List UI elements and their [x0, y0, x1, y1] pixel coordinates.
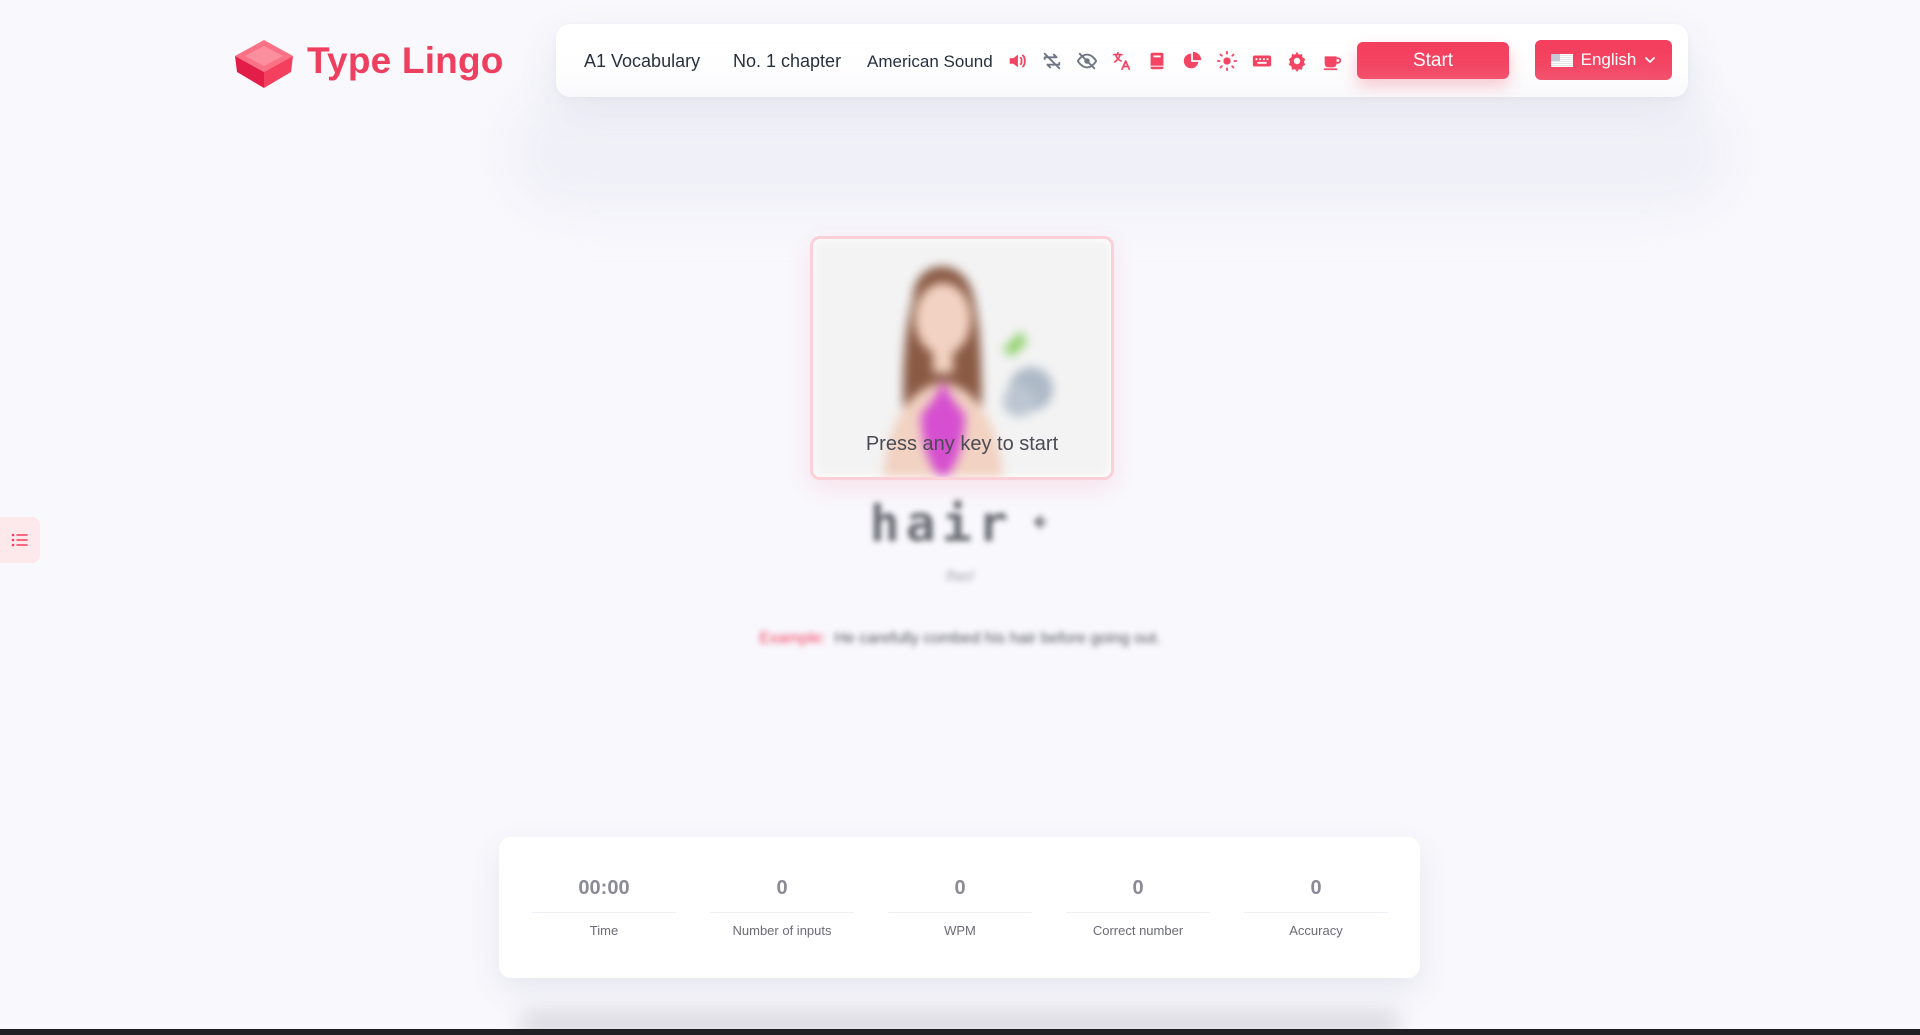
translate-icon[interactable]: [1111, 50, 1133, 72]
stat-correct-label: Correct number: [1092, 923, 1184, 938]
dictionary-selector[interactable]: A1 Vocabulary: [584, 51, 700, 72]
stat-inputs: 0 Number of inputs: [710, 837, 854, 978]
stat-correct: 0 Correct number: [1066, 837, 1210, 978]
stat-time-label: Time: [589, 923, 619, 938]
stat-wpm-label: WPM: [944, 923, 976, 938]
speaker-icon[interactable]: [1006, 50, 1028, 72]
stat-divider: [710, 912, 854, 913]
example-text: He carefully combed his hair before goin…: [834, 630, 1161, 647]
toolbar-shadow-halo: [510, 92, 1730, 212]
current-word-row: hair: [0, 495, 1920, 553]
stat-accuracy-value: 0: [1310, 877, 1322, 899]
stat-accuracy: 0 Accuracy: [1244, 837, 1388, 978]
language-dropdown[interactable]: English: [1535, 40, 1672, 80]
app-title: Type Lingo: [307, 40, 504, 81]
chart-pie-icon[interactable]: [1181, 50, 1203, 72]
start-button[interactable]: Start: [1357, 42, 1509, 79]
sun-icon[interactable]: [1216, 50, 1238, 72]
settings-icon[interactable]: [1286, 50, 1308, 72]
language-label: English: [1580, 50, 1637, 69]
word-phonetic: /hɛr/: [945, 568, 975, 585]
chevron-down-icon: [1645, 57, 1656, 63]
stat-divider: [532, 912, 676, 913]
stat-divider: [1244, 912, 1388, 913]
keyboard-icon[interactable]: [1251, 50, 1273, 72]
loop-off-icon[interactable]: [1041, 50, 1063, 72]
stat-wpm-value: 0: [954, 877, 966, 899]
stat-time-value: 00:00: [578, 877, 630, 899]
word-picture-card[interactable]: Press any key to start: [810, 236, 1114, 480]
stat-inputs-value: 0: [776, 877, 788, 899]
stat-time: 00:00 Time: [532, 837, 676, 978]
word-speaker-icon[interactable]: [1024, 509, 1050, 535]
coffee-icon[interactable]: [1321, 50, 1343, 72]
app-logo[interactable]: Type Lingo: [231, 32, 504, 90]
pronunciation-selector[interactable]: American Sound: [867, 52, 993, 72]
stat-divider: [888, 912, 1032, 913]
book-icon[interactable]: [1146, 50, 1168, 72]
stat-inputs-label: Number of inputs: [732, 923, 832, 938]
top-toolbar: A1 Vocabulary No. 1 chapter American Sou…: [556, 24, 1688, 97]
example-label: Example:: [759, 630, 826, 647]
stat-correct-value: 0: [1132, 877, 1144, 899]
chapter-selector[interactable]: No. 1 chapter: [733, 51, 841, 72]
window-bottom-edge: [0, 1029, 1920, 1035]
stat-accuracy-label: Accuracy: [1289, 923, 1343, 938]
press-any-key-hint: Press any key to start: [865, 433, 1059, 455]
keycap-logo-icon: [235, 40, 293, 88]
example-sentence: Example: He carefully combed his hair be…: [0, 630, 1920, 648]
eye-slash-icon[interactable]: [1076, 50, 1098, 72]
stat-divider: [1066, 912, 1210, 913]
current-word: hair: [869, 495, 1014, 553]
stats-panel: 00:00 Time 0 Number of inputs 0 WPM 0 Co…: [499, 837, 1420, 978]
stat-wpm: 0 WPM: [888, 837, 1032, 978]
us-flag-icon: [1550, 53, 1573, 67]
